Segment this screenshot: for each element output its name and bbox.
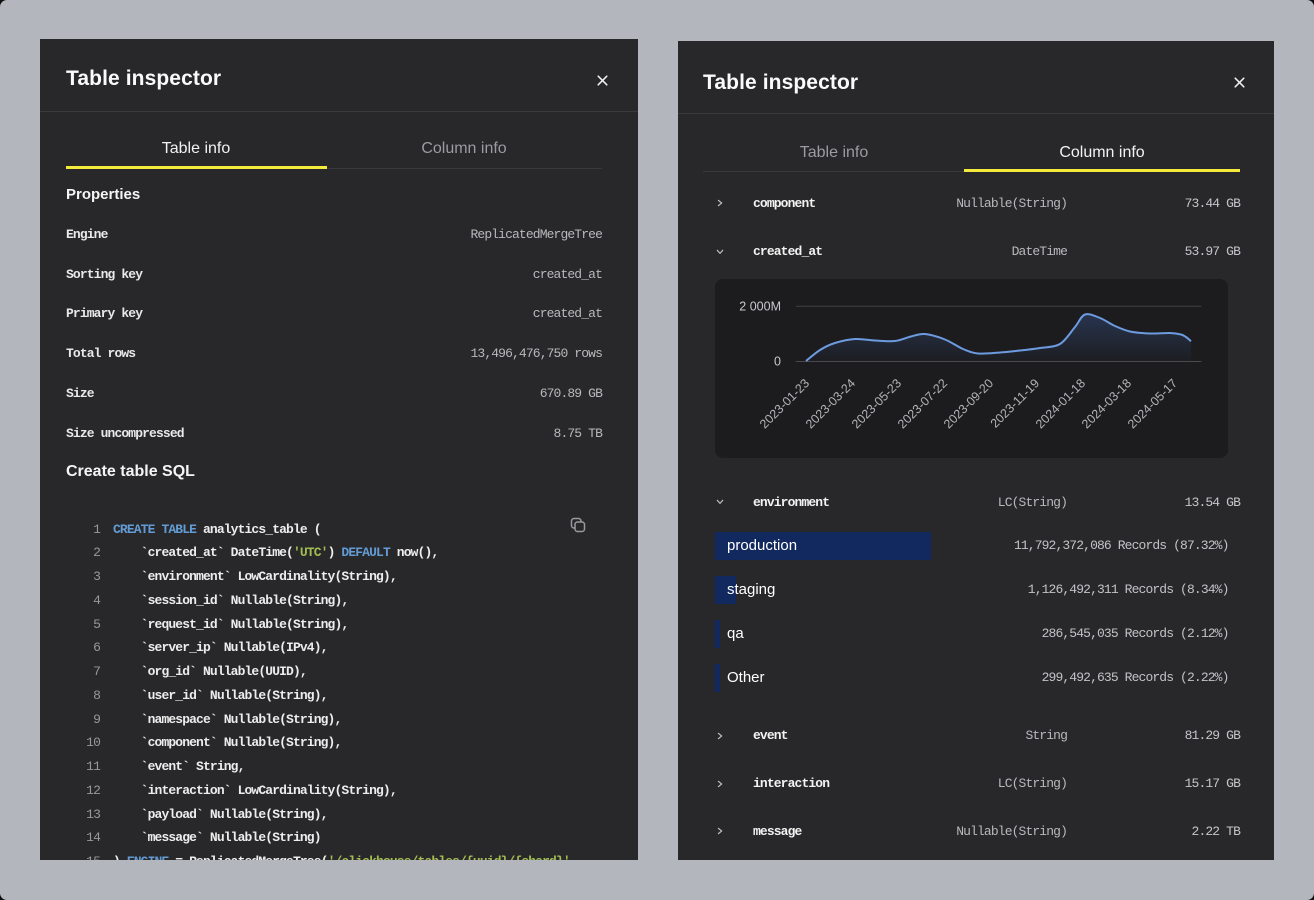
svg-text:2023-09-20: 2023-09-20 [941,376,996,431]
svg-text:0: 0 [774,355,781,369]
svg-text:2 000M: 2 000M [739,300,781,314]
svg-text:2024-05-17: 2024-05-17 [1125,376,1180,431]
